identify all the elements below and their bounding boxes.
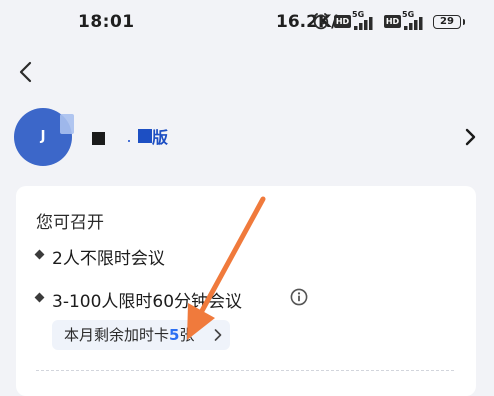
- chevron-right-icon: [214, 329, 222, 341]
- battery-indicator: 29: [433, 15, 465, 29]
- hd-badge: HD: [334, 15, 351, 28]
- hd-badge: HD: [384, 15, 401, 28]
- chevron-right-icon[interactable]: [462, 128, 478, 146]
- overtime-card-link[interactable]: 本月剩余加时卡5张: [52, 320, 230, 350]
- overtime-suffix: 张: [179, 326, 195, 344]
- edition-label: 版: [152, 128, 169, 147]
- card-title: 您可召开: [36, 213, 104, 233]
- overtime-prefix: 本月剩余加时卡: [64, 326, 170, 344]
- redacted-name: [128, 140, 130, 142]
- back-arrow-icon[interactable]: [14, 60, 38, 84]
- diamond-bullet-icon: [34, 249, 45, 260]
- redacted-edition: [138, 129, 152, 143]
- profile-row[interactable]: J 版: [0, 108, 494, 170]
- info-circle-icon[interactable]: [290, 288, 308, 306]
- meeting-capability-card: 您可召开 2人不限时会议 3-100人限时60分钟会议 本月剩余加时卡5张: [16, 186, 476, 396]
- overtime-count: 5: [169, 326, 180, 344]
- status-time: 18:01: [78, 12, 135, 32]
- avatar-badge: [60, 114, 74, 134]
- status-bar: 18:01 16.2K/s HD 5G HD 5G 29: [0, 0, 494, 50]
- alarm-clock-icon: [313, 13, 329, 30]
- sim2-signal: HD 5G: [384, 10, 430, 31]
- signal-bars-icon: [404, 17, 423, 30]
- overtime-card-text: 本月剩余加时卡5张: [64, 320, 194, 350]
- feature-text: 3-100人限时60分钟会议: [52, 292, 243, 312]
- signal-bars-icon: [354, 17, 373, 30]
- dashed-divider: [36, 370, 454, 371]
- sim1-signal: HD 5G: [334, 10, 380, 31]
- feature-text: 2人不限时会议: [52, 249, 165, 269]
- redacted-name: [92, 132, 105, 145]
- diamond-bullet-icon: [34, 292, 45, 303]
